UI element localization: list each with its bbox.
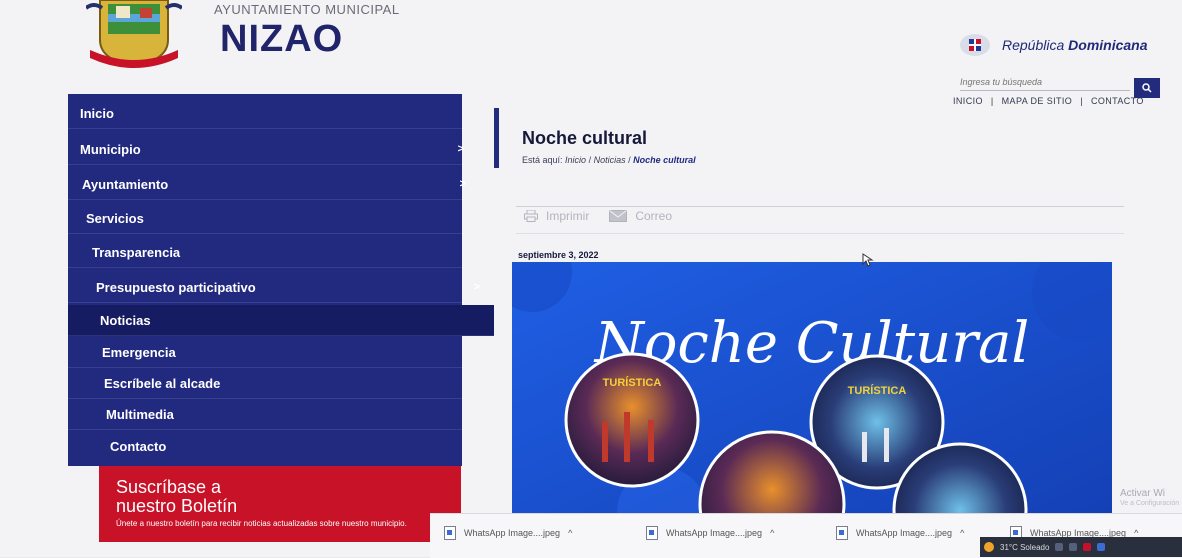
sidebar-item-multimedia[interactable]: Multimedia [68,399,500,430]
image-file-icon [836,526,848,540]
sidebar-item-label: Noticias [100,312,151,328]
sidebar-item-servicios[interactable]: Servicios [68,203,480,234]
sidebar-item-inicio[interactable]: Inicio [68,98,474,129]
breadcrumb: Está aquí: Inicio / Noticias / Noche cul… [522,155,696,165]
breadcrumb-current: Noche cultural [633,155,696,165]
image-file-icon [646,526,658,540]
mouse-cursor-icon [862,253,874,267]
org-superscript: AYUNTAMIENTO MUNICIPAL [214,2,400,17]
sidebar-nav: Inicio Municipio > Ayuntamiento > Servic… [68,94,500,466]
toplink-separator: | [1080,96,1083,106]
municipal-crest-logo[interactable] [86,0,182,68]
title-accent-bar [494,108,499,168]
sidebar-item-contacto[interactable]: Contacto [68,431,504,461]
chevron-up-icon[interactable]: ^ [960,528,964,538]
stage-sign: TURÍSTICA [848,384,907,397]
newsletter-box[interactable]: Suscríbase a nuestro Boletín Únete a nue… [99,466,461,542]
tray-icon[interactable] [1083,543,1092,551]
download-filename: WhatsApp Image....jpeg [856,528,953,538]
breadcrumb-noticias[interactable]: Noticias [594,155,626,165]
sidebar-item-label: Servicios [86,210,144,226]
tray-icon[interactable] [1097,543,1106,551]
sidebar-item-noticias[interactable]: Noticias [68,305,494,336]
org-name[interactable]: NIZAO [220,18,343,61]
breadcrumb-separator: / [628,155,631,165]
site-header: AYUNTAMIENTO MUNICIPAL NIZAO República D… [0,0,1182,106]
sidebar-item-escribele-al-alcade[interactable]: Escríbele al alcade [68,368,498,399]
sidebar-item-label: Inicio [80,105,114,121]
email-button[interactable]: Correo [609,209,672,223]
newsletter-text: Únete a nuestro boletín para recibir not… [116,519,407,528]
sidebar-item-label: Escríbele al alcade [104,375,221,391]
stage-sign: TURÍSTICA [603,376,662,389]
taskbar-tray: 31°C Soleado [980,537,1182,557]
web-page: AYUNTAMIENTO MUNICIPAL NIZAO República D… [0,0,1182,558]
sidebar-item-presupuesto-participativo[interactable]: Presupuesto participativo > [68,272,490,303]
article-tools: Imprimir Correo [524,209,672,223]
weather-sun-icon [984,542,994,552]
download-item[interactable]: WhatsApp Image....jpeg ^ [836,522,964,544]
chevron-up-icon[interactable]: ^ [770,528,774,538]
search-icon [1142,83,1152,93]
dominican-republic-seal-icon [960,34,990,56]
sidebar-item-emergencia[interactable]: Emergencia [68,337,496,368]
search-input[interactable] [960,74,1130,91]
breadcrumb-prefix: Está aquí: [522,155,563,165]
weather-text[interactable]: 31°C Soleado [1000,543,1049,552]
toplink-separator: | [990,96,994,106]
republica-dominicana-link[interactable]: República Dominicana [958,32,1148,58]
windows-activation-text: Activar Wi [1120,488,1165,499]
sidebar-item-municipio[interactable]: Municipio > [68,134,474,165]
sidebar-item-label: Presupuesto participativo [96,279,256,295]
toplink-contacto[interactable]: CONTACTO [1091,96,1144,106]
toplink-mapa-de-sitio[interactable]: MAPA DE SITIO [1002,96,1073,106]
country-name: República Dominicana [1002,37,1148,53]
envelope-icon [609,210,628,222]
print-label: Imprimir [546,209,590,223]
tray-icon[interactable] [1055,543,1064,551]
sidebar-item-label: Municipio [80,141,141,157]
divider [516,233,1124,234]
article-image[interactable]: Noche Cultural TURÍSTICA TURÍSTICA [512,262,1112,534]
sidebar-item-label: Ayuntamiento [82,176,169,192]
newsletter-title: Suscríbase a nuestro Boletín [116,477,238,516]
download-item[interactable]: WhatsApp Image....jpeg ^ [646,522,774,544]
printer-icon [524,210,538,222]
chevron-up-icon[interactable]: ^ [568,528,572,538]
publish-date: septiembre 3, 2022 [518,250,599,260]
breadcrumb-separator: / [588,155,592,165]
windows-activation-subtext: Ve a Configuración [1120,500,1180,507]
print-button[interactable]: Imprimir [524,209,589,223]
toplink-inicio[interactable]: INICIO [953,96,983,106]
download-item[interactable]: WhatsApp Image....jpeg ^ [444,522,572,544]
sidebar-item-label: Emergencia [102,344,176,360]
sidebar-item-label: Transparencia [92,244,181,260]
email-label: Correo [635,209,673,223]
search-area [960,74,1160,94]
sidebar-item-label: Multimedia [106,406,174,422]
image-file-icon [444,526,456,540]
sidebar-item-ayuntamiento[interactable]: Ayuntamiento > [68,169,476,200]
divider [516,206,1124,207]
tray-icon[interactable] [1069,543,1078,551]
download-filename: WhatsApp Image....jpeg [464,528,561,538]
search-button[interactable] [1134,78,1160,98]
breadcrumb-inicio[interactable]: Inicio [565,155,586,165]
page-title: Noche cultural [522,128,648,148]
sidebar-item-label: Contacto [110,438,167,454]
download-filename: WhatsApp Image....jpeg [666,528,763,538]
chevron-right-icon: > [473,281,480,293]
chevron-right-icon: > [457,143,464,155]
sidebar-item-transparencia[interactable]: Transparencia [68,237,486,268]
chevron-right-icon: > [459,178,466,190]
top-links: INICIO | MAPA DE SITIO | CONTACTO [953,96,1144,106]
